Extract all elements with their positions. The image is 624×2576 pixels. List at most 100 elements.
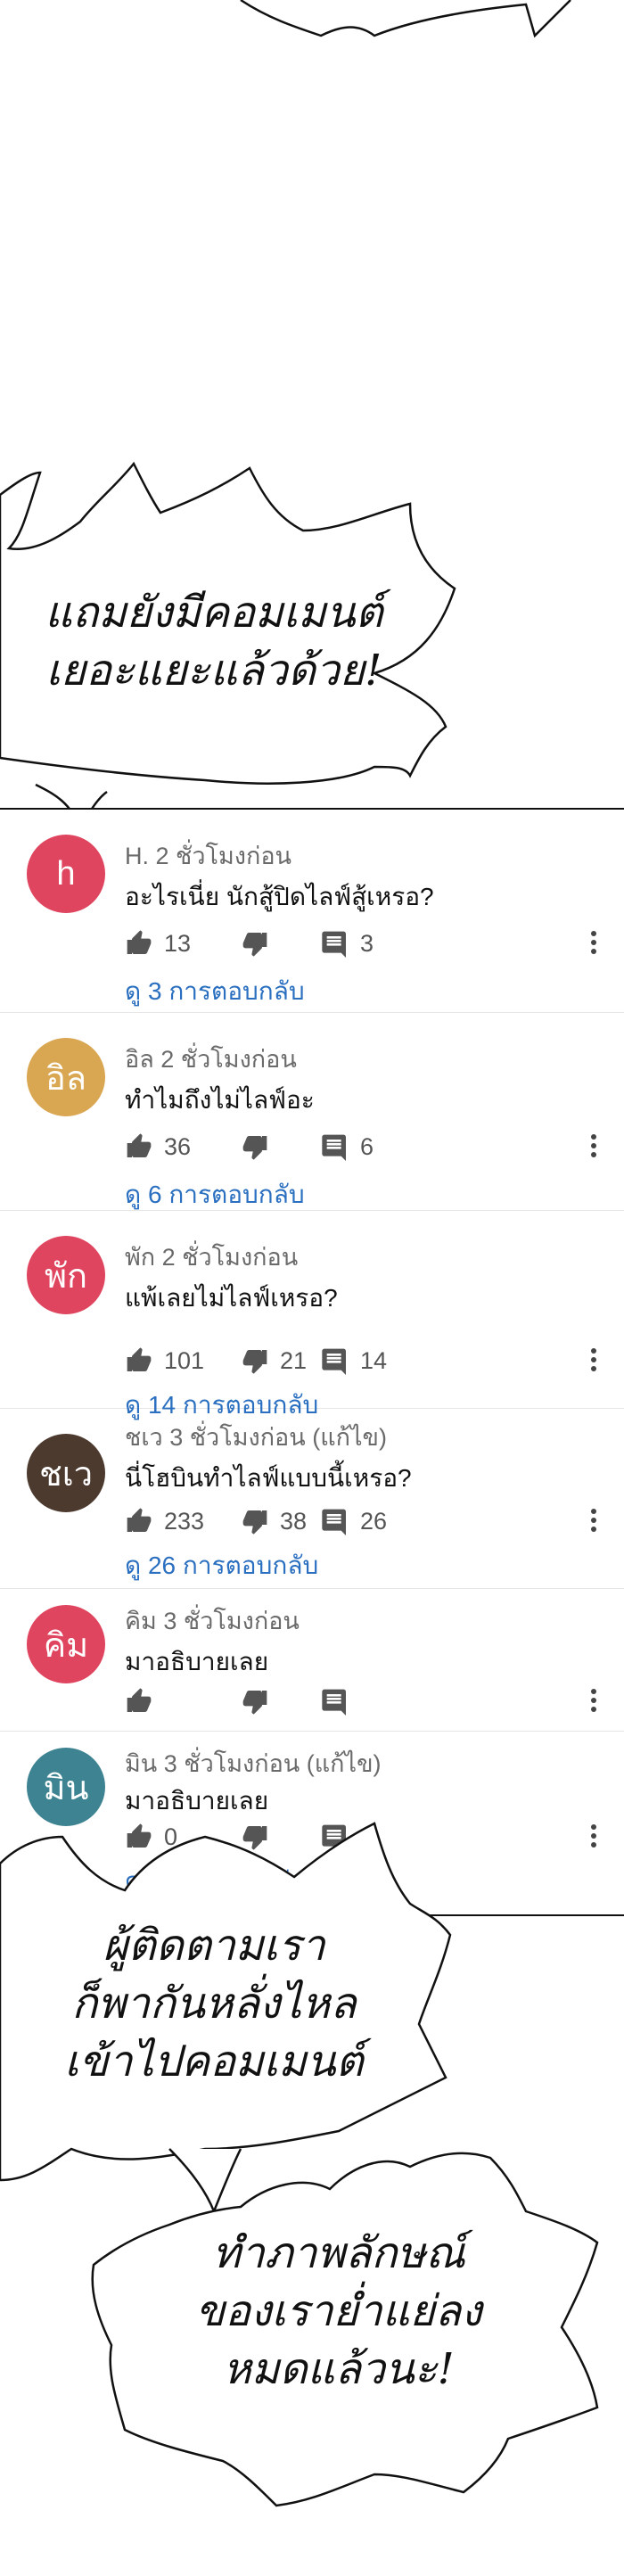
like-button[interactable] xyxy=(125,1685,164,1717)
thumbs-up-icon xyxy=(127,1508,152,1532)
like-count: 0 xyxy=(164,1823,178,1850)
comment-actions: 233 38 26 xyxy=(125,1505,517,1537)
comment-actions: 101 21 14 xyxy=(125,1345,517,1377)
comment-text: มาอธิบายเลย xyxy=(125,1648,269,1675)
reply-button[interactable] xyxy=(321,1685,360,1717)
avatar: พัก xyxy=(27,1236,105,1314)
like-button[interactable]: 101 xyxy=(125,1345,204,1377)
comment-item: พัก พัก 2 ชั่วโมงก่อน แพ้เลยไม่ไลฟ์เหรอ?… xyxy=(0,1211,624,1419)
caption-line: ของเราย่ำแย่ลง xyxy=(195,2285,482,2336)
dislike-count: 38 xyxy=(280,1507,308,1535)
comment-actions: 13 3 xyxy=(125,927,517,959)
comment-text: นี่โฮบินทำไลฟ์แบบนี้เหรอ? xyxy=(125,1464,412,1492)
caption-line: ก็พากันหลั่งไหล xyxy=(71,1978,357,2029)
caption-line: ทำภาพลักษณ์ xyxy=(212,2228,465,2278)
comment-meta: พัก 2 ชั่วโมงก่อน xyxy=(125,1244,299,1271)
comment-icon xyxy=(322,1509,346,1535)
like-count: 13 xyxy=(164,929,192,957)
thumbs-down-icon xyxy=(242,1136,267,1160)
comment-item: มิน มิน 3 ชั่วโมงก่อน (แก้ไข) มาอธิบายเล… xyxy=(0,1732,624,1914)
comment-item: อิล อิล 2 ชั่วโมงก่อน ทำไมถึงไม่ไลฟ์อะ 3… xyxy=(0,1013,624,1211)
comment-icon xyxy=(322,931,346,958)
view-replies-link[interactable]: ดู 3 การตอบกลับ xyxy=(125,972,305,1011)
more-options-icon[interactable] xyxy=(588,1685,599,1721)
reply-button[interactable]: 6 xyxy=(321,1131,374,1163)
reply-count: 14 xyxy=(360,1346,388,1374)
dislike-button[interactable] xyxy=(241,1821,280,1853)
avatar: อิล xyxy=(27,1038,105,1116)
thumbs-up-icon xyxy=(127,1133,152,1157)
like-button[interactable]: 0 xyxy=(125,1821,177,1853)
reply-button[interactable]: 26 xyxy=(321,1505,387,1537)
like-count: 36 xyxy=(164,1132,192,1160)
like-button[interactable]: 36 xyxy=(125,1131,191,1163)
thumbs-down-icon xyxy=(242,1691,267,1715)
like-button[interactable]: 233 xyxy=(125,1505,204,1537)
comment-item: ชเว ชเว 3 ชั่วโมงก่อน (แก้ไข) นี่โฮบินทำ… xyxy=(0,1409,624,1589)
reply-button[interactable]: 3 xyxy=(321,927,374,959)
comment-text: มาอธิบายเลย xyxy=(125,1787,269,1815)
dislike-button[interactable]: 21 xyxy=(241,1345,307,1377)
avatar: ชเว xyxy=(27,1434,105,1512)
thumbs-down-icon xyxy=(242,933,267,957)
top-caption: แถมยังมีคอมเมนต์ เยอะแยะแล้วด้วย! xyxy=(18,584,410,700)
comment-actions: 36 6 xyxy=(125,1131,517,1163)
more-options-icon[interactable] xyxy=(588,1505,599,1541)
comment-text: แพ้เลยไม่ไลฟ์เหรอ? xyxy=(125,1284,338,1312)
view-replies-link[interactable]: ดู 26 การตอบกลับ xyxy=(125,1546,318,1585)
reply-count: 26 xyxy=(360,1507,388,1535)
comment-icon xyxy=(322,1134,346,1161)
reply-count: 1 xyxy=(360,1823,374,1850)
like-count: 101 xyxy=(164,1346,205,1374)
reply-button[interactable]: 14 xyxy=(321,1345,387,1377)
comment-actions: 0 1 xyxy=(125,1821,517,1853)
comment-meta: อิล 2 ชั่วโมงก่อน xyxy=(125,1046,297,1073)
caption-line: เข้าไปคอมเมนต์ xyxy=(64,2036,364,2086)
thumbs-up-icon xyxy=(127,1823,152,1848)
thumbs-up-icon xyxy=(127,930,152,954)
thumbs-up-icon xyxy=(127,1347,152,1371)
comment-meta: ชเว 3 ชั่วโมงก่อน (แก้ไข) xyxy=(125,1424,387,1451)
like-count: 233 xyxy=(164,1507,205,1535)
avatar: h xyxy=(27,835,105,913)
avatar: คิม xyxy=(27,1605,105,1683)
comment-meta: มิน 3 ชั่วโมงก่อน (แก้ไข) xyxy=(125,1750,382,1777)
comment-meta: คิม 3 ชั่วโมงก่อน xyxy=(125,1608,300,1634)
thumbs-down-icon xyxy=(242,1510,267,1535)
bottom-caption: ทำภาพลักษณ์ ของเราย่ำแย่ลง หมดแล้วนะ! xyxy=(152,2225,526,2398)
thumbs-down-icon xyxy=(242,1350,267,1374)
comment-meta: H. 2 ชั่วโมงก่อน xyxy=(125,843,292,869)
caption-line: ผู้ติดตามเรา xyxy=(103,1921,325,1971)
comment-icon xyxy=(322,1689,346,1716)
view-replies-link[interactable]: ดู 6 การตอบกลับ xyxy=(125,1175,305,1214)
comments-panel: h H. 2 ชั่วโมงก่อน อะไรเนี่ย นักสู้ปิดไล… xyxy=(0,808,624,1916)
more-options-icon[interactable] xyxy=(588,1821,599,1856)
comment-actions xyxy=(125,1685,517,1717)
thumbs-up-icon xyxy=(127,1688,152,1712)
comment-text: อะไรเนี่ย นักสู้ปิดไลฟ์สู้เหรอ? xyxy=(125,883,434,910)
comment-item: h H. 2 ชั่วโมงก่อน อะไรเนี่ย นักสู้ปิดไล… xyxy=(0,810,624,1013)
comment-text: ทำไมถึงไม่ไลฟ์อะ xyxy=(125,1086,315,1114)
thumbs-down-icon xyxy=(242,1826,267,1850)
comment-item: คิม คิม 3 ชั่วโมงก่อน มาอธิบายเลย xyxy=(0,1589,624,1732)
dislike-count: 21 xyxy=(280,1346,308,1374)
comment-icon xyxy=(322,1348,346,1375)
comment-icon xyxy=(322,1824,346,1851)
more-options-icon[interactable] xyxy=(588,1345,599,1380)
avatar: มิน xyxy=(27,1748,105,1826)
like-button[interactable]: 13 xyxy=(125,927,191,959)
dislike-button[interactable] xyxy=(241,1685,280,1717)
caption-line: หมดแล้วนะ! xyxy=(223,2343,455,2394)
dislike-button[interactable] xyxy=(241,927,280,959)
view-replies-link[interactable]: ดู 1 การตอบกลับ xyxy=(125,1862,305,1901)
caption-line: แถมยังมีคอมเมนต์ xyxy=(45,588,383,638)
reply-count: 3 xyxy=(360,929,374,957)
reply-count: 6 xyxy=(360,1132,374,1160)
reply-button[interactable]: 1 xyxy=(321,1821,374,1853)
dislike-button[interactable]: 38 xyxy=(241,1505,307,1537)
middle-caption: ผู้ติดตามเรา ก็พากันหลั่งไหล เข้าไปคอมเม… xyxy=(27,1917,401,2090)
more-options-icon[interactable] xyxy=(588,927,599,963)
caption-line: เยอะแยะแล้วด้วย! xyxy=(45,645,382,695)
more-options-icon[interactable] xyxy=(588,1131,599,1166)
dislike-button[interactable] xyxy=(241,1131,280,1163)
